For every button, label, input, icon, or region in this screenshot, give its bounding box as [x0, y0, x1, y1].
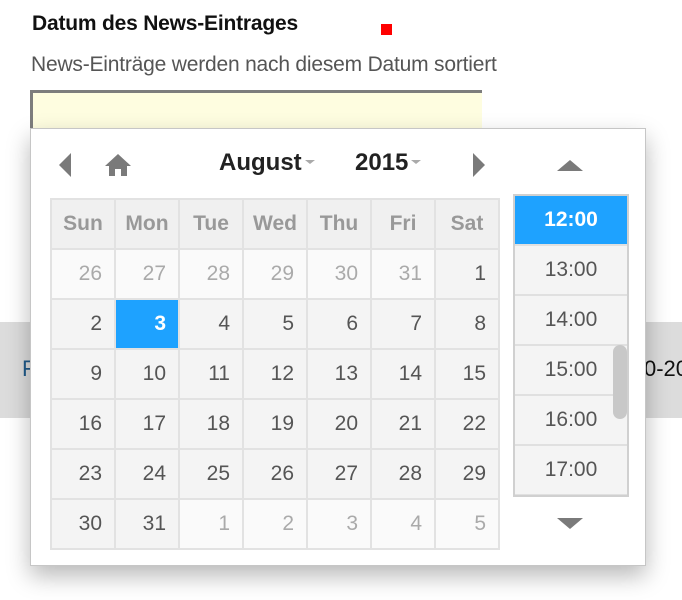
time-option[interactable]: 17:00 — [515, 446, 627, 495]
chevron-right-icon[interactable] — [473, 153, 485, 177]
calendar-day[interactable]: 28 — [370, 448, 436, 500]
calendar-day[interactable]: 17 — [114, 398, 180, 450]
calendar-day[interactable]: 2 — [242, 498, 308, 550]
weekday-header: Sat — [434, 198, 500, 250]
weekday-header: Mon — [114, 198, 180, 250]
calendar-week-row: 9 10 11 12 13 14 15 — [50, 348, 500, 400]
weekday-header-row: Sun Mon Tue Wed Thu Fri Sat — [50, 198, 500, 250]
calendar-week-row: 30 31 1 2 3 4 5 — [50, 498, 500, 550]
calendar-day-selected[interactable]: 3 — [114, 298, 180, 350]
time-option[interactable]: 14:00 — [515, 296, 627, 346]
calendar-day[interactable]: 26 — [242, 448, 308, 500]
calendar-day[interactable]: 29 — [434, 448, 500, 500]
calendar-day[interactable]: 21 — [370, 398, 436, 450]
calendar-day[interactable]: 25 — [178, 448, 244, 500]
time-option[interactable]: 13:00 — [515, 246, 627, 296]
time-list-scrollbar[interactable] — [613, 345, 627, 419]
calendar-day[interactable]: 16 — [50, 398, 116, 450]
time-list: 12:00 13:00 14:00 15:00 16:00 17:00 — [513, 194, 629, 497]
calendar-day[interactable]: 27 — [114, 248, 180, 300]
weekday-header: Fri — [370, 198, 436, 250]
calendar-week-row: 16 17 18 19 20 21 22 — [50, 398, 500, 450]
calendar-day[interactable]: 30 — [306, 248, 372, 300]
calendar-day[interactable]: 5 — [242, 298, 308, 350]
chevron-left-icon[interactable] — [59, 153, 71, 177]
calendar-day[interactable]: 18 — [178, 398, 244, 450]
calendar-day[interactable]: 4 — [370, 498, 436, 550]
time-option[interactable]: 15:00 — [515, 346, 627, 396]
calendar-day[interactable]: 31 — [370, 248, 436, 300]
calendar-day[interactable]: 19 — [242, 398, 308, 450]
field-description: News-Einträge werden nach diesem Datum s… — [31, 53, 497, 76]
calendar-day[interactable]: 28 — [178, 248, 244, 300]
calendar-day[interactable]: 23 — [50, 448, 116, 500]
calendar-day[interactable]: 20 — [306, 398, 372, 450]
caret-down-icon — [411, 159, 422, 164]
calendar-day[interactable]: 13 — [306, 348, 372, 400]
required-marker-icon — [381, 24, 392, 35]
time-option[interactable]: 16:00 — [515, 396, 627, 446]
time-option-selected[interactable]: 12:00 — [515, 196, 627, 246]
calendar-week-row: 23 24 25 26 27 28 29 — [50, 448, 500, 500]
triangle-down-icon[interactable] — [557, 518, 583, 529]
date-input[interactable] — [30, 90, 482, 128]
calendar-day[interactable]: 14 — [370, 348, 436, 400]
calendar-day[interactable]: 1 — [434, 248, 500, 300]
calendar-day[interactable]: 7 — [370, 298, 436, 350]
month-label: August — [219, 149, 302, 176]
calendar-day[interactable]: 27 — [306, 448, 372, 500]
year-select[interactable]: 2015 — [355, 149, 422, 177]
weekday-header: Thu — [306, 198, 372, 250]
caret-down-icon — [304, 159, 315, 164]
background-row-right-text: 0-20 — [644, 356, 682, 381]
calendar-day[interactable]: 31 — [114, 498, 180, 550]
calendar-day[interactable]: 5 — [434, 498, 500, 550]
calendar-grid: Sun Mon Tue Wed Thu Fri Sat 26 27 28 29 30 31 1 2 3 4 5 6… — [50, 198, 500, 550]
calendar-day[interactable]: 6 — [306, 298, 372, 350]
calendar-day[interactable]: 3 — [306, 498, 372, 550]
calendar-week-row: 26 27 28 29 30 31 1 — [50, 248, 500, 300]
calendar-day[interactable]: 22 — [434, 398, 500, 450]
weekday-header: Sun — [50, 198, 116, 250]
calendar-body: 26 27 28 29 30 31 1 2 3 4 5 6 7 8 9 10 11 12 13 14 15 16 17 18 1… — [50, 248, 500, 550]
datetime-picker: August 2015 Sun Mon Tue Wed Thu Fri Sat 26 27 28… — [30, 128, 646, 566]
month-select[interactable]: August — [219, 149, 315, 177]
calendar-day[interactable]: 30 — [50, 498, 116, 550]
year-label: 2015 — [355, 149, 409, 176]
calendar-day[interactable]: 10 — [114, 348, 180, 400]
calendar-day[interactable]: 2 — [50, 298, 116, 350]
triangle-up-icon[interactable] — [557, 160, 583, 171]
home-icon[interactable] — [103, 151, 133, 179]
calendar-day[interactable]: 26 — [50, 248, 116, 300]
calendar-day[interactable]: 9 — [50, 348, 116, 400]
calendar-day[interactable]: 24 — [114, 448, 180, 500]
calendar-day[interactable]: 15 — [434, 348, 500, 400]
calendar-week-row: 2345678 — [50, 298, 500, 350]
picker-nav: August 2015 — [31, 147, 511, 183]
calendar-day[interactable]: 8 — [434, 298, 500, 350]
calendar-day[interactable]: 29 — [242, 248, 308, 300]
field-title: Datum des News-Eintrages — [32, 12, 298, 35]
weekday-header: Wed — [242, 198, 308, 250]
calendar-day[interactable]: 12 — [242, 348, 308, 400]
calendar-day[interactable]: 4 — [178, 298, 244, 350]
calendar-day[interactable]: 11 — [178, 348, 244, 400]
weekday-header: Tue — [178, 198, 244, 250]
calendar-day[interactable]: 1 — [178, 498, 244, 550]
